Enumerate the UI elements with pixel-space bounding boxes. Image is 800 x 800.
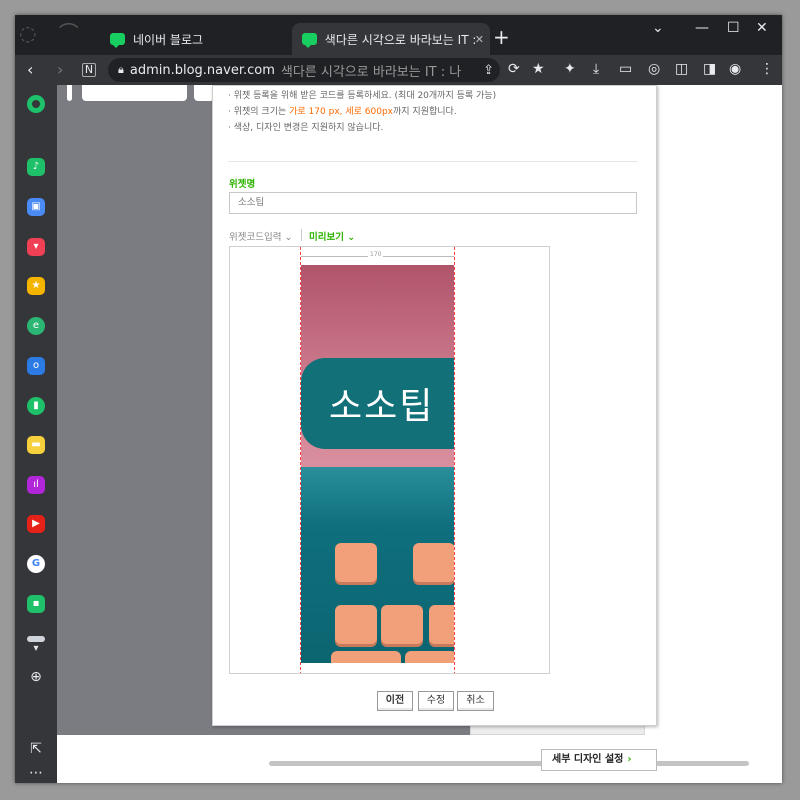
top-tab-fragment[interactable]: [82, 85, 187, 101]
back-arrow-icon[interactable]: ‹: [27, 60, 33, 79]
share-icon[interactable]: ⇪: [479, 62, 494, 78]
keyboard-key: [331, 651, 401, 663]
info-line: · 위젯의 크기는 가로 170 px, 세로 600px까지 지원합니다.: [228, 107, 457, 117]
widget-banner-image: 소소팁: [301, 265, 454, 663]
widget-name-label: 위젯명: [229, 179, 256, 190]
extensions-icon[interactable]: ✦: [564, 61, 576, 77]
keyboard-key: [335, 543, 377, 582]
top-tab-fragment[interactable]: [194, 85, 214, 101]
new-tab-button[interactable]: +: [493, 25, 510, 49]
close-window-button[interactable]: ✕: [756, 20, 768, 36]
keyboard-key: [413, 543, 454, 582]
sidebar-toggle-icon[interactable]: ◨: [703, 61, 716, 77]
cancel-button[interactable]: 취소: [457, 691, 494, 711]
tab-label: 네이버 블로그: [133, 32, 204, 47]
address-bar[interactable]: 🔒︎ admin.blog.naver.com 색다른 시각으로 바라보는 IT…: [108, 58, 500, 82]
tab-active-blog[interactable]: 색다른 시각으로 바라보는 IT : 나 ✕: [292, 23, 490, 55]
more-app-icon[interactable]: [27, 636, 45, 642]
browser-sidebar: ♪ ▣ ▾ ★ e o ▮ ▬ ıl ▶ G ▪ ▾ ⊕ ⇱ ⋯: [15, 85, 57, 783]
pocket-app-icon[interactable]: ▾: [27, 238, 45, 256]
reload-icon[interactable]: ⟳: [508, 61, 520, 77]
keyboard-key: [405, 651, 454, 663]
chat-app-icon[interactable]: ▪: [27, 595, 45, 613]
naver-home-icon[interactable]: N: [82, 63, 96, 77]
edit-button[interactable]: 수정: [418, 691, 454, 711]
address-url: admin.blog.naver.com: [129, 62, 275, 78]
browser-window: ◌ ⌒ 네이버 블로그 색다른 시각으로 바라보는 IT : 나 ✕ + ⌄ —…: [15, 15, 782, 783]
horizontal-scrollbar[interactable]: [269, 761, 749, 766]
browser-toolbar: ‹ › N 🔒︎ admin.blog.naver.com 색다른 시각으로 바…: [15, 55, 782, 85]
profile-avatar-icon[interactable]: ◉: [729, 61, 741, 77]
info-line: · 위젯 등록을 위해 받은 코드를 등록하세요. (최대 20개까지 등록 가…: [228, 91, 497, 101]
top-tab-fragment: [67, 85, 72, 101]
divider: [301, 229, 302, 241]
keyboard-key: [335, 605, 377, 644]
banner-title: 소소팁: [329, 386, 435, 427]
bell-app-icon[interactable]: ♪: [27, 158, 45, 176]
tab-label: 색다른 시각으로 바라보는 IT : 나: [324, 32, 475, 47]
page-content: · 위젯 등록을 위해 받은 코드를 등록하세요. (최대 20개까지 등록 가…: [57, 85, 782, 783]
outlook-app-icon[interactable]: o: [27, 357, 45, 375]
minimize-button[interactable]: —: [695, 20, 709, 36]
tab-naver-blog[interactable]: 네이버 블로그: [110, 23, 290, 55]
expand-chevron-icon[interactable]: ▾: [15, 643, 57, 654]
keyboard-key: [429, 605, 454, 644]
detail-design-settings-button[interactable]: 세부 디자인 설정 ›: [541, 749, 657, 771]
naver-blog-favicon-icon: [110, 33, 125, 48]
forward-arrow-icon[interactable]: ›: [57, 60, 63, 79]
maximize-button[interactable]: ☐: [727, 20, 740, 36]
whale-home-icon[interactable]: [27, 95, 45, 113]
prev-button[interactable]: 이전: [377, 691, 413, 711]
bookmark-app-icon[interactable]: ▮: [27, 397, 45, 415]
notes-app-icon[interactable]: ▬: [27, 436, 45, 454]
widget-preview-area: 170 소소팁: [229, 246, 550, 674]
tab-search-dropdown-icon[interactable]: ⌄: [652, 20, 664, 36]
chevron-right-icon: ›: [627, 754, 632, 765]
add-app-icon[interactable]: ⊕: [15, 669, 57, 685]
divider: [228, 161, 638, 162]
lock-icon: 🔒︎: [118, 63, 124, 76]
naver-blog-favicon-icon: [302, 33, 317, 48]
tab-bar: 네이버 블로그 색다른 시각으로 바라보는 IT : 나 ✕ + ⌄ — ☐ ✕: [15, 15, 782, 55]
menu-kebab-icon[interactable]: ⋮: [760, 61, 774, 77]
tab-preview[interactable]: 미리보기 ⌄: [309, 229, 355, 243]
widget-register-dialog: · 위젯 등록을 위해 받은 코드를 등록하세요. (최대 20개까지 등록 가…: [212, 85, 657, 726]
address-page-title: 색다른 시각으로 바라보는 IT : 나: [280, 64, 462, 80]
picture-in-picture-icon[interactable]: ▭: [619, 61, 632, 77]
detail-design-settings-label: 세부 디자인 설정: [552, 754, 624, 765]
info-line: · 색상, 디자인 변경은 지원하지 않습니다.: [228, 123, 384, 133]
briefcase-app-icon[interactable]: ▣: [27, 198, 45, 216]
width-measure-label: 170: [368, 251, 384, 258]
edge-app-icon[interactable]: e: [27, 317, 45, 335]
keyboard-key: [381, 605, 423, 644]
bookmark-star-icon[interactable]: ★: [532, 61, 545, 77]
widget-name-field[interactable]: 소소팁: [229, 192, 637, 214]
external-link-icon[interactable]: ⇱: [15, 741, 57, 757]
google-app-icon[interactable]: G: [27, 555, 45, 573]
capture-icon[interactable]: ◎: [648, 61, 660, 77]
youtube-app-icon[interactable]: ▶: [27, 515, 45, 533]
download-icon[interactable]: ⤓: [593, 61, 599, 77]
width-guide-right: [454, 247, 455, 673]
split-view-icon[interactable]: ◫: [675, 61, 688, 77]
podcast-app-icon[interactable]: ıl: [27, 476, 45, 494]
sidebar-more-icon[interactable]: ⋯: [15, 765, 57, 781]
star-app-icon[interactable]: ★: [27, 277, 45, 295]
close-tab-icon[interactable]: ✕: [475, 33, 484, 46]
tab-widget-code-input[interactable]: 위젯코드입력 ⌄: [229, 229, 292, 243]
